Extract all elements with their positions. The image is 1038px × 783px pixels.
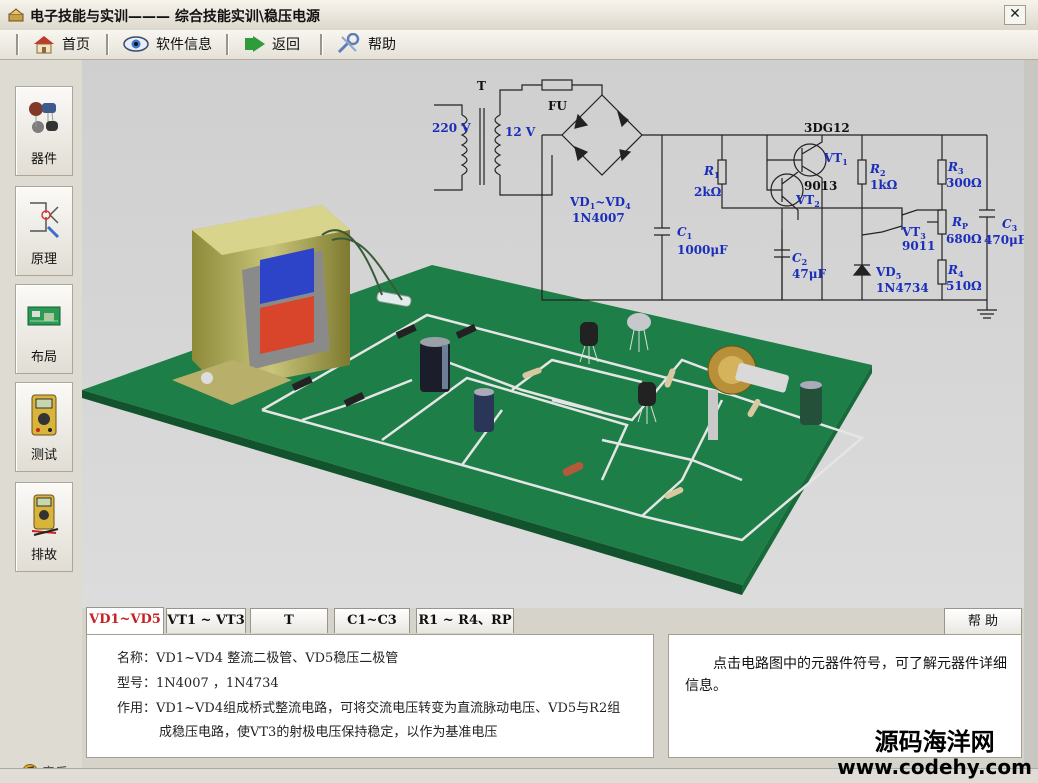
toolbar-separator [16,34,19,55]
label-220v: 220 V [432,121,471,135]
circuit-view: T 220 V 12 V FU VD1~VD4 1N4007 C1 1000μF… [82,60,1024,608]
label-1kohm: 1kΩ [870,178,898,192]
sidebar-item-layout[interactable]: 布局 [15,284,73,374]
schematic-icon [30,202,60,239]
help-label: 帮助 [368,37,396,53]
multimeter-icon [31,394,57,436]
info-model-label: 型号： [117,676,157,691]
eye-icon [123,36,149,52]
toolbar-separator [320,34,323,55]
tab-t[interactable]: T [250,608,328,633]
label-9013: 9013 [804,179,837,193]
capacitor-c3[interactable] [800,381,822,425]
info-function-line2: 成稳压电路，使VT3的射极电压保持稳定，以作为基准电压 [159,725,498,740]
window-title: 电子技能与实训——— 综合技能实训\稳压电源 [30,9,320,25]
sidebar-item-components[interactable]: 器件 [15,86,73,176]
home-icon [34,36,54,54]
watermark-line2: www.codehy.com [837,755,1032,779]
label-9011: 9011 [902,239,935,253]
back-arrow-icon [245,36,265,52]
app-icon [8,8,24,22]
info-name-value: VD1~VD4 整流二极管、VD5稳压二极管 [156,651,399,666]
sidebar-item-label: 原理 [30,252,57,267]
back-label: 返回 [272,37,300,53]
multimeter-probe-icon [31,494,59,536]
label-3dg12: 3DG12 [804,121,850,135]
capacitor-c1[interactable] [420,337,450,392]
sidebar-item-test[interactable]: 测试 [15,382,73,472]
home-button[interactable]: 首页 [32,32,90,56]
tab-help[interactable]: 帮 助 [944,608,1022,635]
label-vd1-vd4: VD1~VD4 [569,195,631,211]
info-name-label: 名称： [117,651,157,666]
label-1n4007: 1N4007 [572,211,625,225]
toolbar: 首页 软件信息 返回 帮助 [0,30,1038,60]
help-text: 点击电路图中的元器件符号，可了解元器件详细信息。 [685,656,1007,694]
info-function-label: 作用： [117,701,157,716]
circuit-canvas: T 220 V 12 V FU VD1~VD4 1N4007 C1 1000μF… [82,60,1024,608]
label-fu: FU [548,99,568,113]
back-button[interactable]: 返回 [244,32,300,56]
home-label: 首页 [62,37,90,53]
sidebar-item-label: 测试 [30,448,57,463]
sidebar-item-label: 器件 [30,152,57,167]
help-icon [337,33,360,54]
sidebar-item-troubleshoot[interactable]: 排故 [15,482,73,572]
info-name-row: 名称：VD1~VD4 整流二极管、VD5稳压二极管 [117,647,398,666]
label-1n4734: 1N4734 [876,281,929,295]
sidebar: 器件 原理 布局 测试 排故 [0,60,83,781]
help-button[interactable]: 帮助 [336,32,396,56]
info-function-line1: VD1~VD4组成桥式整流电路，可将交流电压转变为直流脉动电压、VD5与R2组 [156,701,621,716]
sidebar-item-principle[interactable]: 原理 [15,186,73,276]
close-button[interactable]: ✕ [1004,5,1026,25]
capacitor-c2[interactable] [474,388,494,432]
info-model-row: 型号：1N4007 ，1N4734 [117,672,279,691]
label-300ohm: 300Ω [946,176,982,190]
label-12v: 12 V [505,125,536,139]
info-function-row: 作用：VD1~VD4组成桥式整流电路，可将交流电压转变为直流脉动电压、VD5与R… [117,697,620,716]
toolbar-separator [226,34,229,55]
tab-vd1-vd5[interactable]: VD1~VD5 [86,607,164,635]
tab-vt1-vt3[interactable]: VT1 ~ VT3 [166,608,246,633]
software-info-label: 软件信息 [156,37,212,53]
tab-c1-c3[interactable]: C1~C3 [334,608,410,633]
watermark-line1: 源码海洋网 [874,728,995,756]
label-1000uf: 1000μF [677,243,728,257]
sidebar-item-label: 排故 [30,548,57,563]
label-510ohm: 510Ω [946,279,982,293]
label-2kohm: 2kΩ [694,185,722,199]
label-47uf: 47μF [792,267,826,281]
circuit-board-icon [27,306,61,326]
title-bar: 电子技能与实训——— 综合技能实训\稳压电源 ✕ [0,0,1038,31]
label-470uf: 470μF [984,233,1024,247]
component-info-panel: 名称：VD1~VD4 整流二极管、VD5稳压二极管 型号：1N4007 ，1N4… [86,634,654,758]
components-icon [29,102,58,133]
sidebar-item-label: 布局 [30,350,57,365]
software-info-button[interactable]: 软件信息 [122,32,212,56]
label-680ohm: 680Ω [946,232,982,246]
info-model-value: 1N4007 ，1N4734 [156,676,279,691]
watermark: 源码海洋网 www.codehy.com [837,728,1032,778]
toolbar-separator [106,34,109,55]
label-t: T [477,79,486,93]
tab-r1-r4-rp[interactable]: R1 ~ R4、RP [416,608,514,633]
